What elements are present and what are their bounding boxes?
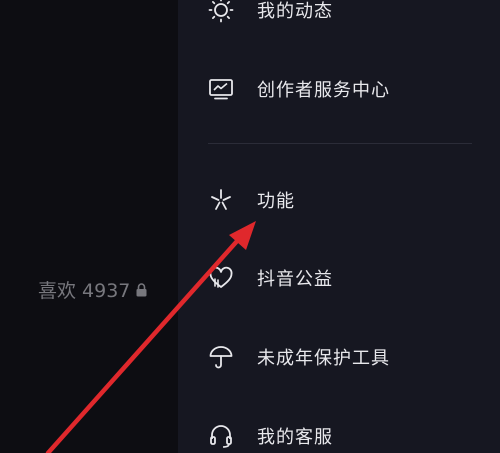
lock-icon [136, 282, 147, 296]
menu-item-douyin-charity[interactable]: 抖音公益 [208, 258, 333, 298]
profile-background-panel: 喜欢 4937 [0, 0, 178, 453]
menu-divider [208, 143, 472, 144]
umbrella-icon [208, 344, 234, 370]
app-screen: 喜欢 4937 我的动态 创作者服务中心 功能 抖音公益 未成年保护工具 我的客… [0, 0, 500, 453]
menu-item-features[interactable]: 功能 [208, 180, 295, 220]
likes-count[interactable]: 喜欢 4937 [38, 276, 147, 303]
heart-icon [208, 265, 234, 291]
menu-item-label: 创作者服务中心 [257, 80, 390, 101]
menu-item-minor-protection-tools[interactable]: 未成年保护工具 [208, 337, 390, 377]
monitor-chart-icon [208, 76, 234, 102]
menu-item-label: 未成年保护工具 [257, 348, 390, 369]
side-drawer-menu: 我的动态 创作者服务中心 功能 抖音公益 未成年保护工具 我的客服 [178, 0, 500, 453]
sun-icon [208, 0, 234, 23]
menu-item-label: 抖音公益 [257, 269, 333, 290]
menu-item-my-customer-service[interactable]: 我的客服 [208, 416, 333, 453]
menu-item-label: 我的客服 [257, 427, 333, 448]
headset-icon [208, 423, 234, 449]
menu-item-label: 功能 [257, 191, 295, 212]
menu-item-label: 我的动态 [257, 1, 333, 22]
likes-label: 喜欢 4937 [38, 280, 131, 302]
menu-item-my-activity[interactable]: 我的动态 [208, 0, 333, 30]
menu-item-creator-service-center[interactable]: 创作者服务中心 [208, 69, 390, 109]
sparkle-icon [208, 187, 234, 213]
